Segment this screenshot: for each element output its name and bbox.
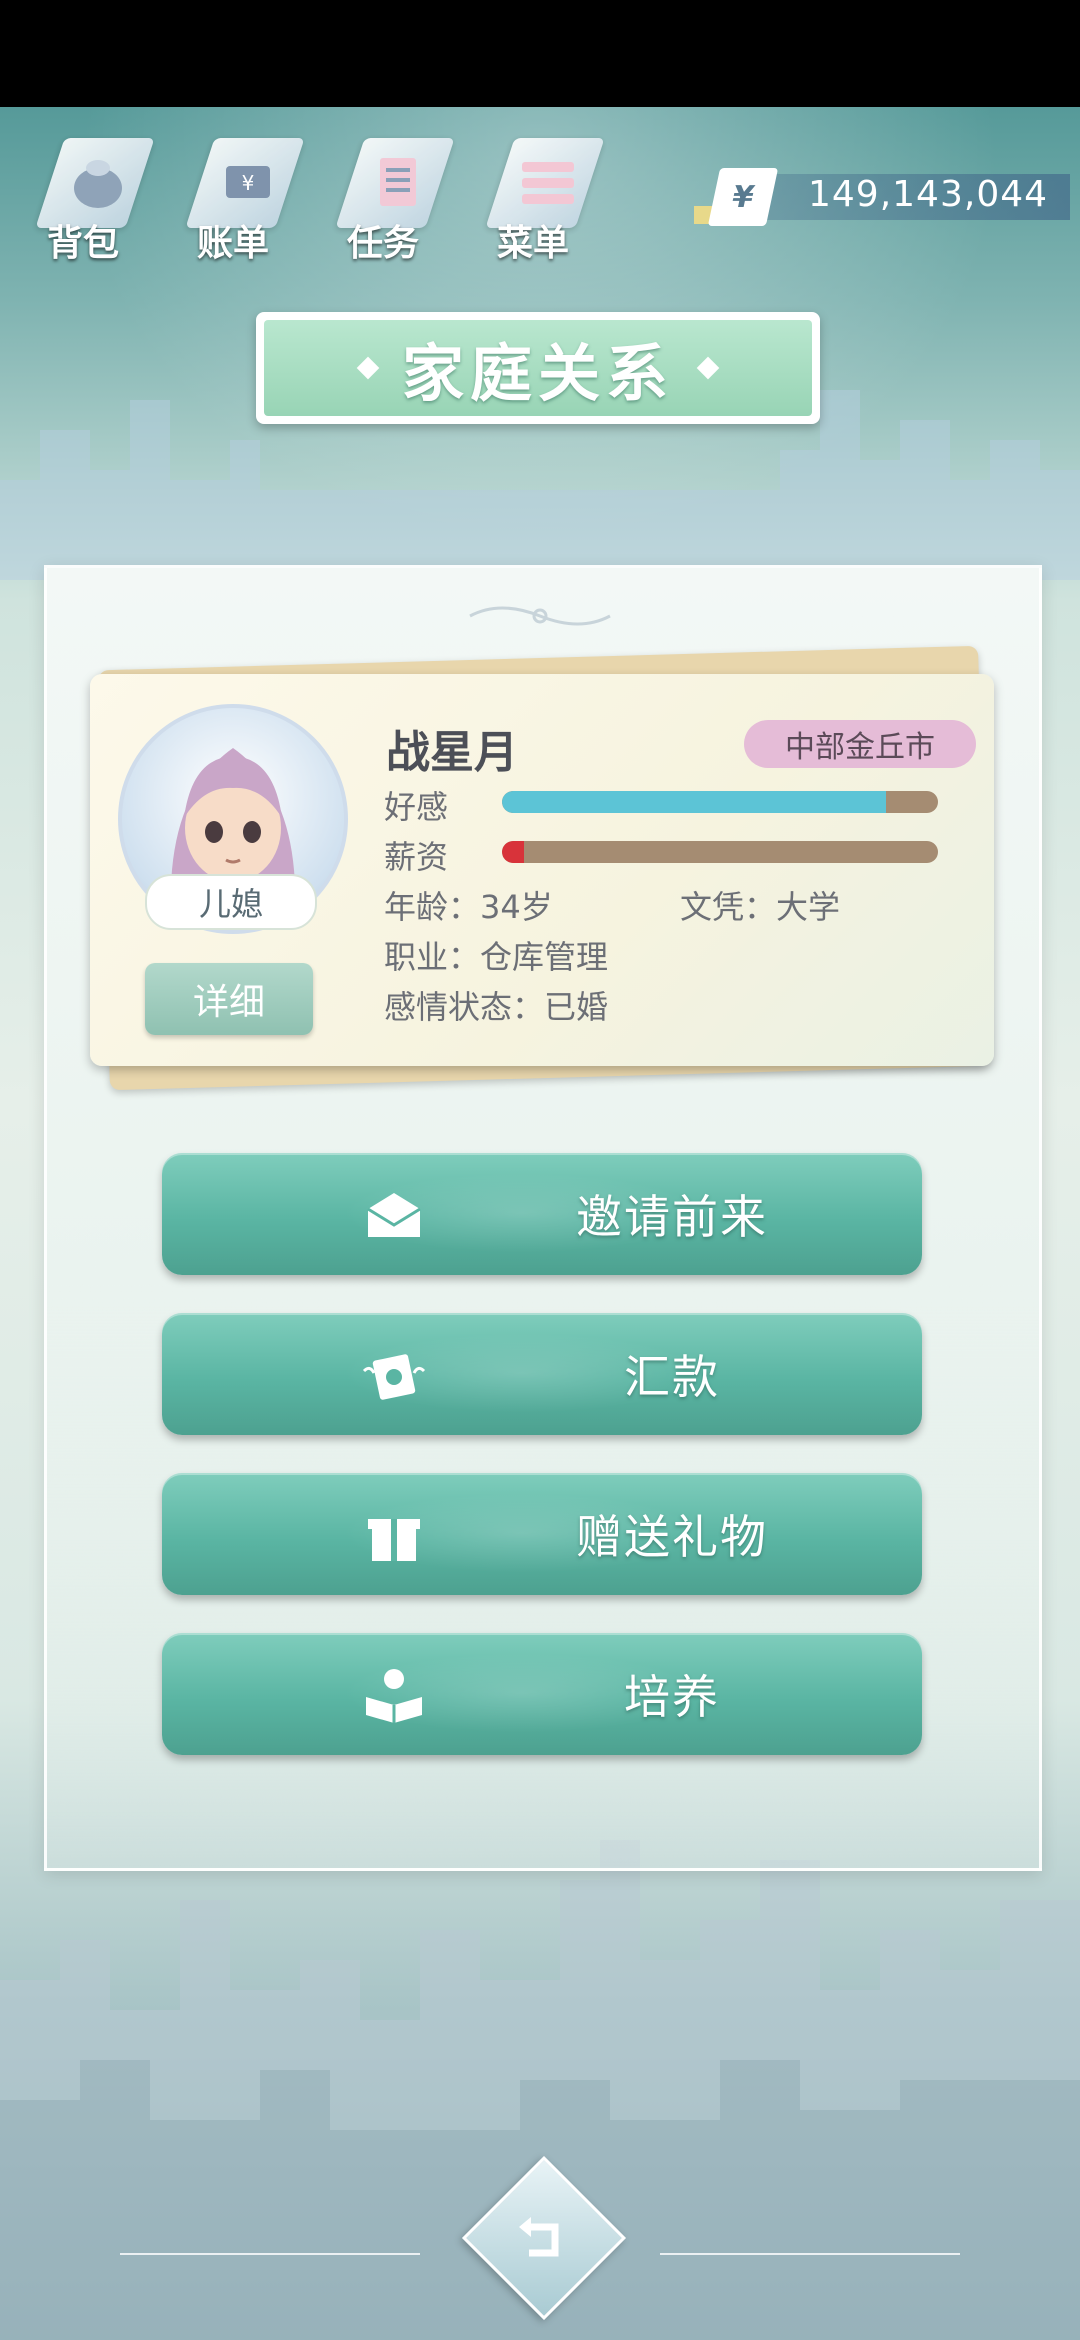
money-transfer-icon [362, 1343, 426, 1407]
age-info: 年龄：34岁 [384, 888, 553, 926]
bill-button[interactable]: ¥ 账单 [178, 118, 308, 264]
menu-button[interactable]: 菜单 [478, 118, 608, 264]
diamond-icon [696, 356, 720, 380]
divider-left [120, 2253, 420, 2255]
money-amount: 149,143,044 [808, 174, 1049, 215]
favor-label: 好感 [384, 788, 449, 826]
task-list-icon [358, 142, 438, 222]
svg-text:¥: ¥ [242, 171, 255, 195]
return-arrow-icon[interactable] [508, 2204, 574, 2270]
remittance-button[interactable]: 汇款 [162, 1313, 922, 1435]
page-title: 家庭关系 [401, 337, 674, 410]
bag-icon [58, 142, 138, 222]
location-badge: 中部金丘市 [744, 720, 976, 768]
ornament-icon [469, 606, 611, 626]
task-button[interactable]: 任务 [328, 118, 458, 264]
reading-person-icon [362, 1663, 426, 1727]
cultivate-button[interactable]: 培养 [162, 1633, 922, 1755]
detail-button[interactable]: 详细 [145, 963, 313, 1035]
divider-right [660, 2253, 960, 2255]
relationship-status-info: 感情状态：已婚 [384, 988, 609, 1026]
yen-icon: ¥ [707, 168, 779, 226]
salary-label: 薪资 [384, 838, 449, 876]
invite-button[interactable]: 邀请前来 [162, 1153, 922, 1275]
diamond-icon [356, 356, 380, 380]
title-banner: 家庭关系 [256, 312, 820, 424]
send-gift-button[interactable]: 赠送礼物 [162, 1473, 922, 1595]
status-bar [0, 0, 1080, 107]
favor-bar [502, 791, 938, 813]
menu-icon [508, 142, 588, 222]
education-info: 文凭：大学 [680, 888, 841, 926]
invite-letter-icon [362, 1183, 426, 1247]
gift-icon [362, 1503, 426, 1567]
bill-icon: ¥ [208, 142, 288, 222]
salary-bar [502, 841, 938, 863]
favor-bar-fill [502, 791, 886, 813]
bag-button[interactable]: 背包 [28, 118, 158, 264]
occupation-info: 职业：仓库管理 [384, 938, 609, 976]
salary-bar-fill [502, 841, 524, 863]
relation-tag: 儿媳 [145, 874, 317, 930]
money-display: ¥ 149,143,044 [690, 168, 1070, 226]
character-name: 战星月 [386, 727, 518, 778]
